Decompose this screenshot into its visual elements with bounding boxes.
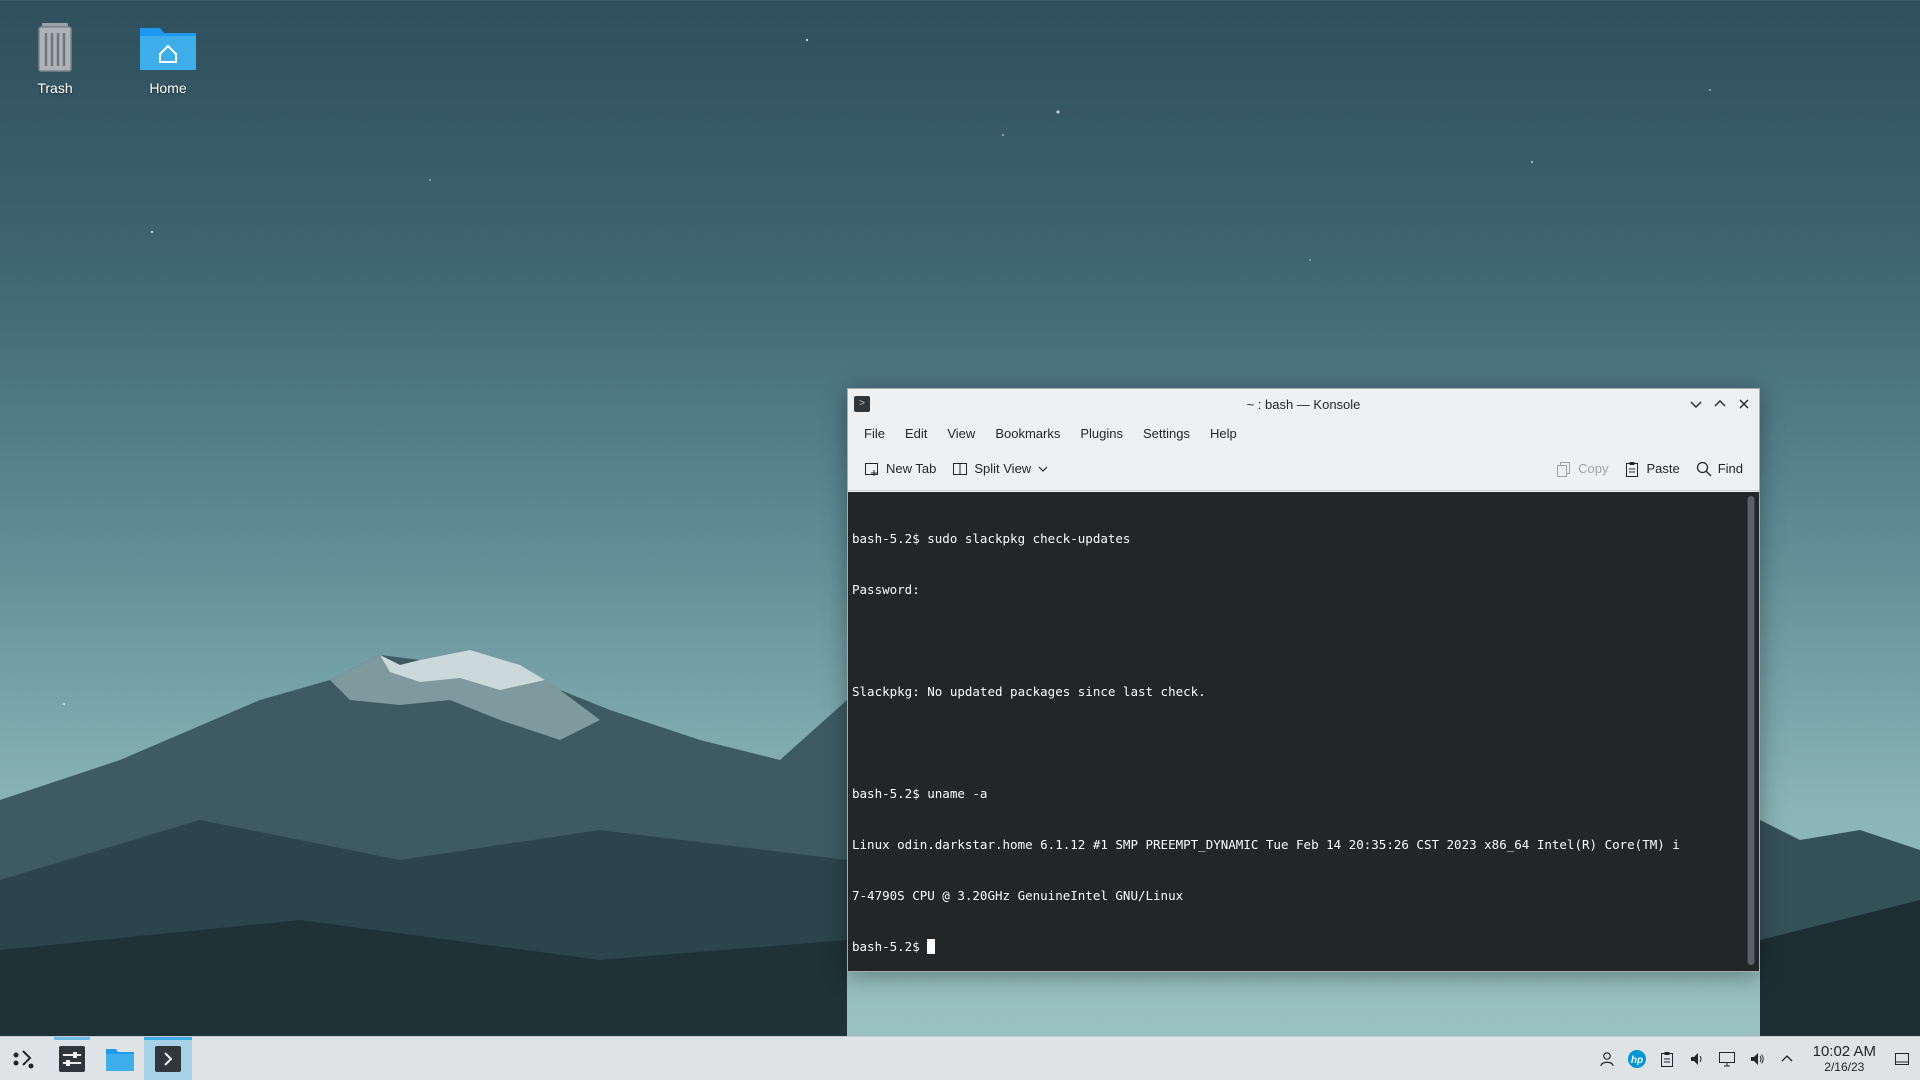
system-settings-icon — [59, 1045, 85, 1072]
terminal-line: Linux odin.darkstar.home 6.1.12 #1 SMP P… — [852, 837, 1680, 852]
konsole-app-icon[interactable]: > — [854, 396, 870, 412]
terminal-line: Password: — [852, 582, 920, 597]
menu-edit[interactable]: Edit — [895, 422, 937, 445]
split-view-icon — [953, 462, 968, 475]
menu-bar: File Edit View Bookmarks Plugins Setting… — [848, 419, 1759, 447]
desktop-icon-label: Home — [149, 80, 187, 96]
copy-button[interactable]: Copy — [1548, 455, 1616, 483]
task-dolphin[interactable] — [96, 1037, 144, 1080]
close-icon — [1739, 399, 1749, 409]
home-folder-icon — [138, 14, 198, 74]
user-icon[interactable] — [1597, 1049, 1617, 1069]
task-konsole[interactable] — [144, 1036, 192, 1080]
terminal-line: bash-5.2$ uname -a — [852, 786, 988, 801]
menu-view[interactable]: View — [937, 422, 985, 445]
menu-help[interactable]: Help — [1200, 422, 1247, 445]
desktop-icon-label: Trash — [37, 80, 73, 96]
menu-settings[interactable]: Settings — [1133, 422, 1200, 445]
terminal-scrollbar[interactable] — [1747, 496, 1755, 965]
chevron-up-icon — [1714, 400, 1726, 407]
close-button[interactable] — [1735, 395, 1753, 413]
window-titlebar[interactable]: > ~ : bash — Konsole — [848, 389, 1759, 419]
search-icon — [1696, 461, 1712, 476]
scrollbar-thumb[interactable] — [1748, 496, 1754, 965]
split-view-label: Split View — [974, 461, 1032, 476]
new-tab-label: New Tab — [886, 461, 937, 476]
terminal-icon — [155, 1045, 181, 1072]
paste-icon — [1626, 461, 1639, 477]
paste-button[interactable]: Paste — [1616, 455, 1687, 483]
system-tray: hp 10:02 AM 2/16/23 — [1597, 1037, 1920, 1080]
clock-time: 10:02 AM — [1812, 1043, 1876, 1060]
konsole-window[interactable]: > ~ : bash — Konsole File Edit View Book… — [847, 388, 1760, 972]
desktop-icon-home[interactable]: Home — [120, 6, 216, 96]
taskbar: hp 10:02 AM 2/16/23 — [0, 1036, 1920, 1080]
svg-text:hp: hp — [1631, 1055, 1643, 1066]
clipboard-icon[interactable] — [1657, 1049, 1677, 1069]
terminal-line: 7-4790S CPU @ 3.20GHz GenuineIntel GNU/L… — [852, 888, 1184, 903]
desktop-icon-trash[interactable]: Trash — [7, 6, 103, 96]
hp-printer-icon[interactable]: hp — [1627, 1049, 1647, 1069]
show-desktop-icon[interactable] — [1892, 1049, 1912, 1069]
paste-label: Paste — [1646, 461, 1680, 476]
task-system-settings[interactable] — [48, 1036, 96, 1080]
maximize-button[interactable] — [1711, 395, 1729, 413]
audio-volume-icon[interactable] — [1747, 1049, 1767, 1069]
menu-plugins[interactable]: Plugins — [1070, 422, 1133, 445]
text-cursor — [927, 939, 936, 954]
terminal-output[interactable]: bash-5.2$ sudo slackpkg check-updates Pa… — [848, 492, 1759, 971]
launcher-icon — [13, 1049, 34, 1068]
find-button[interactable]: Find — [1688, 455, 1751, 483]
show-hidden-icons-chevron-up-icon[interactable] — [1777, 1049, 1797, 1069]
copy-icon — [1557, 461, 1571, 477]
find-label: Find — [1717, 461, 1743, 476]
new-tab-icon — [865, 462, 878, 476]
menu-file[interactable]: File — [854, 422, 895, 445]
menu-bookmarks[interactable]: Bookmarks — [985, 422, 1070, 445]
network-icon[interactable] — [1717, 1049, 1737, 1069]
toolbar: New Tab Split View Copy Paste Find — [848, 447, 1759, 491]
terminal-prompt-line: bash-5.2$ — [852, 938, 1755, 955]
clock-date: 2/16/23 — [1824, 1060, 1865, 1074]
terminal-line: bash-5.2$ sudo slackpkg check-updates — [852, 531, 1131, 546]
application-launcher[interactable] — [0, 1037, 48, 1080]
split-view-button[interactable]: Split View — [944, 455, 1057, 483]
folder-icon — [106, 1048, 134, 1071]
volume-icon[interactable] — [1687, 1049, 1707, 1069]
digital-clock[interactable]: 10:02 AM 2/16/23 — [1807, 1043, 1882, 1074]
trash-icon — [25, 14, 85, 74]
copy-label: Copy — [1578, 461, 1609, 476]
chevron-down-icon — [1690, 401, 1702, 408]
terminal-line: Slackpkg: No updated packages since last… — [852, 684, 1206, 699]
minimize-button[interactable] — [1687, 395, 1705, 413]
window-title: ~ : bash — Konsole — [1246, 396, 1361, 412]
terminal-prompt: bash-5.2$ — [852, 939, 928, 954]
new-tab-button[interactable]: New Tab — [856, 455, 944, 483]
chevron-down-icon[interactable] — [1037, 463, 1049, 475]
